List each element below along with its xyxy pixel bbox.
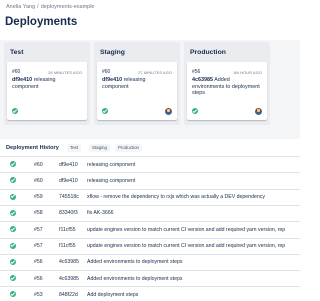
deployment-time: 28 MINUTES AGO (48, 69, 82, 75)
check-circle-icon (10, 275, 16, 282)
table-row[interactable]: #57 f11cf55 update engines version to matc… (0, 221, 300, 236)
table-row[interactable]: #57 f11cf55 update engines version to matc… (0, 237, 300, 253)
check-circle-icon (10, 193, 16, 200)
commit-message: Added environments to deployment steps (87, 275, 183, 282)
deployment-number: #56 (34, 275, 43, 282)
deployment-number: #58 (34, 210, 43, 217)
table-row[interactable]: #60 df9e410 releasing component (0, 156, 300, 171)
check-circle-icon (10, 291, 16, 298)
environments-board: Test #60 28 MINUTES AGO df9e410 releasin… (0, 40, 300, 139)
commit-hash[interactable]: df9e410 (102, 77, 122, 83)
deployment-number: #59 (34, 194, 43, 201)
check-circle-icon (10, 177, 16, 184)
deployment-history: Deployment History Test Staging Producti… (0, 141, 300, 300)
table-row[interactable]: #60 df9e410 releasing component (0, 172, 300, 187)
avatar[interactable] (165, 108, 172, 115)
commit-hash[interactable]: df9e410 (59, 162, 78, 168)
table-row[interactable]: #56 4c63985 Added environments to deployme… (0, 270, 300, 285)
deployment-summary: df9e410 releasing component (12, 77, 82, 90)
check-circle-icon (10, 161, 16, 167)
environment-title: Production (190, 49, 226, 56)
table-row[interactable]: #58 83340f3 fix AK-3666 (0, 204, 300, 220)
commit-message: fix AK-3666 (87, 210, 114, 217)
deployment-number: #57 (34, 243, 43, 249)
deployment-number: #56 (34, 259, 43, 266)
commit-message: update engines version to match current … (87, 243, 286, 249)
environment-column-production: Production #56 AN HOUR AGO 4c63985 Added… (184, 42, 270, 125)
commit-hash[interactable]: df9e410 (12, 77, 32, 83)
check-circle-icon (192, 108, 198, 114)
breadcrumb-user[interactable]: Anelia Yang (6, 4, 35, 10)
commit-message: Added environments to deployment steps (87, 259, 183, 266)
breadcrumb: Anelia Yang / deployments-example (6, 4, 95, 10)
commit-hash[interactable]: df9e410 (59, 178, 78, 184)
commit-hash[interactable]: f11cf55 (59, 243, 76, 249)
history-title: Deployment History (6, 145, 59, 151)
breadcrumb-separator: / (37, 4, 39, 10)
check-circle-icon (10, 226, 16, 233)
filter-staging[interactable]: Staging (89, 144, 110, 152)
commit-hash[interactable]: 4c63985 (59, 276, 79, 282)
filter-test[interactable]: Test (67, 144, 82, 152)
check-circle-icon (10, 209, 16, 216)
deployment-number: #60 (34, 177, 43, 184)
page-title: Deployments (5, 16, 78, 28)
commit-hash[interactable]: 848f22d (59, 292, 78, 298)
commit-hash[interactable]: 4c63985 (192, 77, 213, 83)
deployment-number: #60 (34, 161, 43, 168)
check-circle-icon (10, 258, 16, 265)
commit-hash[interactable]: 83340f3 (59, 210, 78, 216)
check-circle-icon (12, 108, 18, 114)
commit-message: xflow - remove the dependency to rxjs wh… (87, 194, 265, 201)
commit-message: releasing component (87, 177, 136, 184)
table-row[interactable]: #53 848f22d Add deployment steps (0, 286, 300, 301)
deployment-number: #60 (102, 69, 111, 75)
commit-message: releasing component (87, 161, 136, 168)
check-circle-icon (10, 242, 16, 249)
environment-title: Staging (100, 49, 125, 56)
deployment-number: #56 (192, 69, 201, 75)
deployment-number: #60 (12, 69, 21, 75)
environment-column-test: Test #60 28 MINUTES AGO df9e410 releasin… (4, 42, 90, 125)
table-row[interactable]: #56 4c63985 Added environments to deployme… (0, 253, 300, 269)
commit-message: update engines version to match current … (87, 226, 286, 233)
commit-hash[interactable]: 745518c (59, 194, 79, 200)
deployment-time: 27 MINUTES AGO (138, 69, 172, 75)
deployment-card[interactable]: #60 27 MINUTES AGO df9e410 releasing com… (97, 62, 177, 120)
check-circle-icon (102, 108, 108, 114)
breadcrumb-project[interactable]: deployments-example (41, 4, 95, 10)
deployment-card[interactable]: #60 28 MINUTES AGO df9e410 releasing com… (7, 62, 87, 120)
environment-title: Test (10, 49, 24, 56)
environment-column-staging: Staging #60 27 MINUTES AGO df9e410 relea… (94, 42, 180, 125)
deployment-card[interactable]: #56 AN HOUR AGO 4c63985 Added environmen… (187, 62, 267, 120)
commit-message: Add deployment steps (87, 291, 139, 298)
commit-hash[interactable]: f11cf55 (59, 227, 76, 233)
deployment-summary: df9e410 releasing component (102, 77, 172, 90)
deployment-time: AN HOUR AGO (233, 69, 262, 75)
filter-production[interactable]: Production (115, 144, 142, 152)
avatar[interactable] (255, 108, 262, 115)
deployment-number: #57 (34, 226, 43, 233)
deployment-summary: 4c63985 Added environments to deployment… (192, 77, 262, 97)
commit-hash[interactable]: 4c63985 (59, 259, 79, 265)
table-row[interactable]: #59 745518c xflow - remove the dependency … (0, 188, 300, 204)
deployment-number: #53 (34, 291, 43, 298)
